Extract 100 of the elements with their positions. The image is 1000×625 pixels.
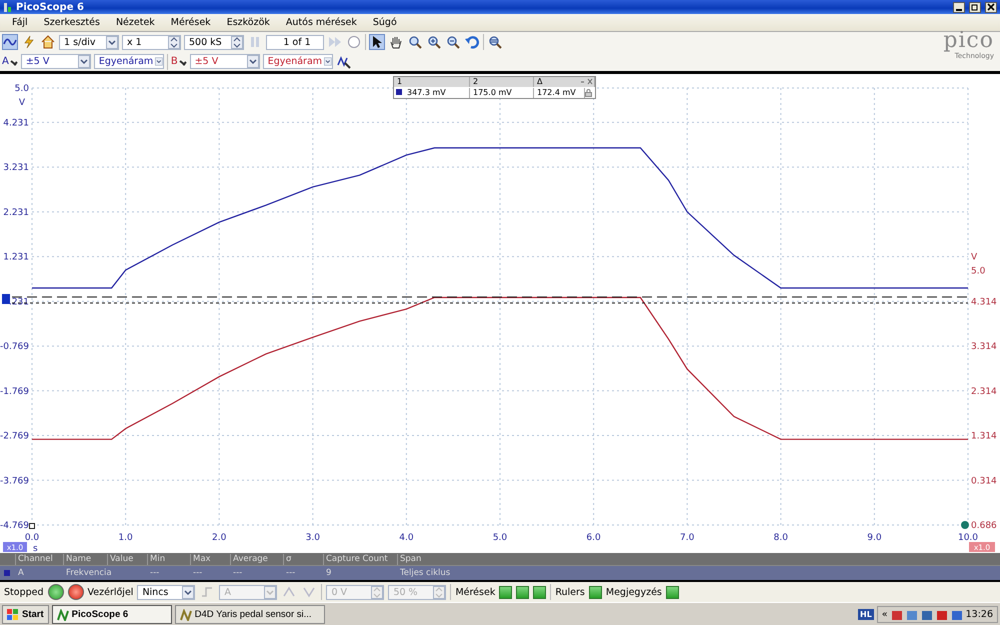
menu-item[interactable]: Nézetek — [108, 17, 163, 28]
coupling-dropdown[interactable]: Egyenáram — [262, 54, 333, 69]
axis-unit: V — [971, 252, 978, 263]
column-header[interactable]: σ — [283, 554, 323, 564]
range-dropdown[interactable]: ±5 V — [20, 54, 91, 69]
stop-button[interactable] — [68, 584, 84, 600]
probe-icon[interactable] — [10, 58, 18, 66]
zoom-icon — [447, 36, 460, 49]
column-header[interactable]: Min — [147, 554, 190, 564]
start-button[interactable] — [48, 584, 64, 600]
axis-label: 4.0 — [399, 533, 414, 543]
menu-item[interactable]: Fájl — [4, 17, 36, 28]
app-icon — [3, 2, 12, 12]
axis-label: 5.0 — [14, 84, 29, 94]
ruler-value: 347.3 mV — [404, 88, 470, 98]
table-cell-text: --- — [192, 568, 204, 578]
pointer-icon[interactable] — [369, 34, 385, 50]
expand-tray-button[interactable]: « — [882, 609, 888, 620]
undo-icon[interactable] — [464, 34, 480, 50]
zoom-spinner[interactable]: x 1 — [122, 34, 181, 50]
buffer-field[interactable]: 1 of 1 — [266, 34, 324, 50]
language-badge[interactable]: HL — [858, 609, 874, 620]
axis-label: 3.231 — [3, 163, 29, 174]
menu-item[interactable]: Súgó — [364, 17, 405, 28]
axis-label: -4.769 — [0, 521, 29, 531]
rulers-drawing[interactable] — [0, 292, 968, 304]
channel-label: B — [170, 56, 178, 67]
minimize-button[interactable] — [953, 2, 965, 12]
table-cell-text: --- — [232, 568, 244, 578]
column-header: Δ — [534, 77, 595, 87]
taskbar-item[interactable]: PicoScope 6 — [52, 605, 172, 624]
zoom-out-icon[interactable] — [445, 34, 461, 50]
caret-icon — [246, 55, 259, 68]
column-header[interactable]: Value — [107, 554, 147, 564]
axis-label: 0.686 — [971, 521, 997, 531]
table-cell-text: 9 — [325, 568, 332, 578]
timebase-dropdown[interactable]: 1 s/div — [59, 34, 119, 50]
caret-icon — [106, 36, 118, 48]
caret-icon — [324, 55, 332, 68]
column-header[interactable]: Span — [397, 554, 1000, 564]
channel-label: A — [2, 56, 9, 67]
remove-button[interactable] — [516, 586, 530, 598]
zoom-icon — [489, 36, 502, 49]
trigger-dropdown[interactable]: Nincs — [137, 584, 196, 600]
coupling-dropdown[interactable]: Egyenáram — [94, 54, 164, 69]
toolbar-label: Rulers — [555, 586, 585, 598]
close-icon — [987, 2, 995, 10]
close-button[interactable] — [985, 2, 997, 12]
start-button[interactable]: Start — [2, 605, 49, 624]
restore-button[interactable] — [969, 2, 981, 12]
axis-label: 2.231 — [3, 208, 29, 218]
range-dropdown[interactable]: ±5 V — [190, 54, 260, 69]
column-header: 1 — [394, 77, 470, 87]
column-header[interactable]: Channel — [15, 554, 63, 564]
menu-item[interactable]: Autós mérések — [278, 17, 365, 28]
samples-spinner[interactable]: 500 kS — [184, 34, 244, 50]
menu-item[interactable]: Szerkesztés — [36, 17, 108, 28]
probe-icon[interactable] — [178, 58, 187, 66]
app-icon — [180, 608, 192, 620]
home-icon[interactable] — [40, 34, 56, 50]
zoom-in-icon[interactable] — [426, 34, 442, 50]
axis-label: 1.314 — [971, 432, 997, 442]
clock: 13:26 — [966, 609, 993, 620]
restore-icon — [971, 2, 979, 10]
column-header[interactable]: Capture Count — [323, 554, 397, 564]
lock-icon[interactable] — [585, 88, 592, 96]
axis-label: 2.0 — [212, 533, 226, 543]
zoom-icon[interactable] — [407, 34, 423, 50]
show-button[interactable] — [588, 586, 602, 598]
menu-item[interactable]: Mérések — [162, 17, 219, 28]
axis-label: 4.231 — [3, 118, 29, 128]
channel-options-icon[interactable] — [336, 54, 352, 70]
axis-label: 0.314 — [971, 476, 997, 486]
axis-label: -0.769 — [0, 342, 29, 352]
axis-label: 1.0 — [118, 533, 133, 543]
edit-button[interactable] — [533, 586, 546, 598]
column-header[interactable]: Name — [63, 554, 107, 564]
ruler-value: 175.0 mV — [470, 88, 534, 98]
axis-label: 3.0 — [306, 533, 320, 543]
hand-icon[interactable] — [388, 34, 404, 50]
column-header[interactable]: Max — [190, 554, 230, 564]
zoom-icon — [428, 36, 441, 49]
caret-icon — [155, 55, 163, 68]
spinner-icon — [433, 586, 446, 598]
axis-label: -2.769 — [0, 432, 29, 442]
taskbar-item[interactable]: D4D Yaris pedal sensor si... — [174, 605, 325, 624]
zoom-fit-icon[interactable] — [487, 34, 503, 50]
show-button[interactable] — [666, 586, 679, 598]
add-button[interactable] — [499, 586, 512, 598]
caret-icon — [264, 586, 276, 598]
spinner-icon — [371, 586, 384, 598]
menu-item[interactable]: Eszközök — [218, 17, 278, 28]
axis-label: 3.314 — [971, 342, 997, 352]
channel-color-icon — [4, 570, 10, 576]
close-icon[interactable] — [580, 77, 594, 86]
measurement-row[interactable]: A Frekvencia --- --- --- --- 9 Teljes ciklus — [0, 566, 1000, 580]
scope-view-icon[interactable] — [2, 34, 18, 50]
axis-label: 8.0 — [774, 533, 788, 543]
column-header[interactable]: Average — [230, 554, 283, 564]
spinner-icon — [168, 36, 180, 48]
